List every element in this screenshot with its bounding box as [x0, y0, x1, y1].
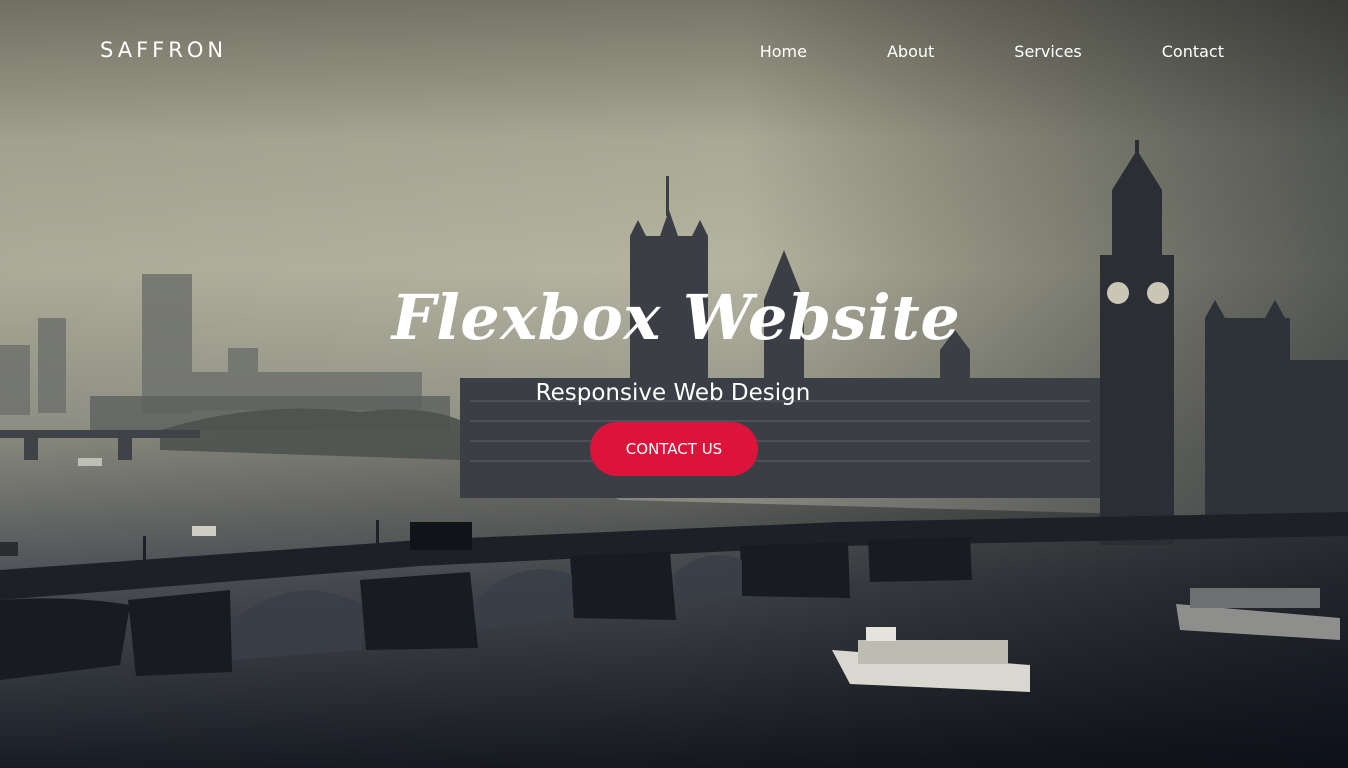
nav-item-services: Services	[974, 42, 1121, 61]
hero-title: Flexbox Website	[391, 281, 961, 354]
nav-link-contact[interactable]: Contact	[1122, 42, 1224, 61]
contact-us-button[interactable]: CONTACT US	[590, 422, 758, 476]
nav-link-home[interactable]: Home	[720, 42, 847, 61]
brand-logo[interactable]: SAFFRON	[100, 38, 227, 62]
hero-subtitle: Responsive Web Design	[535, 380, 811, 406]
nav-item-home: Home	[720, 42, 847, 61]
nav-link-services[interactable]: Services	[974, 42, 1121, 61]
hero-content: Flexbox Website Responsive Web Design CO…	[0, 270, 1348, 476]
top-navbar: SAFFRON Home About Services Contact	[0, 0, 1348, 104]
nav-link-about[interactable]: About	[847, 42, 974, 61]
nav-item-contact: Contact	[1122, 42, 1224, 61]
hero-section: SAFFRON Home About Services Contact Flex…	[0, 0, 1348, 768]
nav-menu: Home About Services Contact	[720, 42, 1224, 61]
nav-item-about: About	[847, 42, 974, 61]
